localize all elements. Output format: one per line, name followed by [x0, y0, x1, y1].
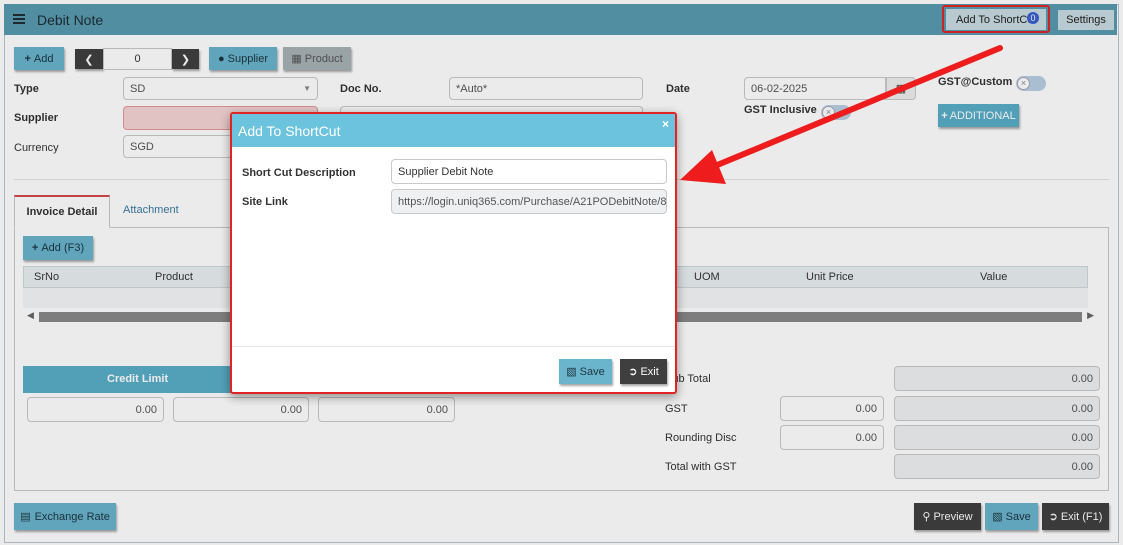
annotation-arrow [680, 45, 1003, 184]
arrow-shaft [707, 45, 1003, 171]
